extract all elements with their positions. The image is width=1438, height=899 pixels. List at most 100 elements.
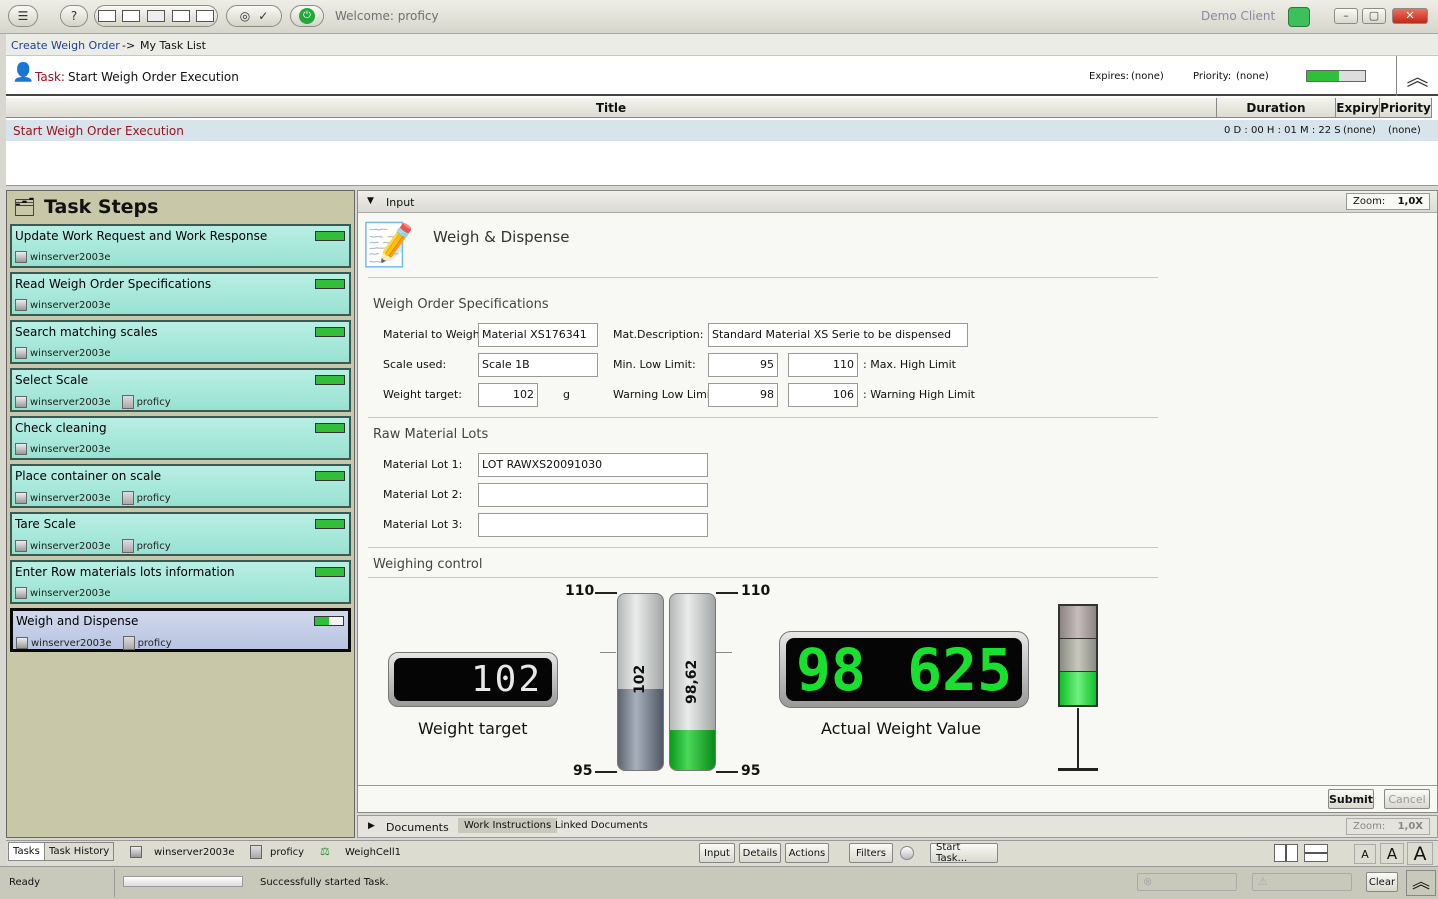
- task-step-item[interactable]: Search matching scales winserver2003e: [10, 320, 351, 364]
- task-step-item[interactable]: Check cleaning winserver2003e: [10, 416, 351, 460]
- start-task-button[interactable]: Start Task...: [930, 842, 998, 864]
- user-icon: [121, 539, 134, 553]
- warning-filter-field[interactable]: ⚠: [1252, 873, 1352, 891]
- warn-low-field[interactable]: 98: [708, 383, 778, 407]
- layout-1-icon[interactable]: [97, 10, 116, 22]
- task-step-item[interactable]: Update Work Request and Work Response win…: [10, 224, 351, 268]
- documents-zoom[interactable]: Zoom: 1,0X: [1346, 818, 1430, 835]
- bottombar-cell: WeighCell1: [345, 847, 401, 858]
- min-low-label: Min. Low Limit:: [613, 358, 696, 371]
- app-menu-button[interactable]: ☰: [8, 5, 38, 27]
- minimize-icon: –: [1343, 9, 1349, 22]
- details-view-button[interactable]: Details: [739, 843, 781, 863]
- lot2-label: Material Lot 2:: [383, 488, 463, 501]
- task-step-item[interactable]: Place container on scale winserver2003e pr…: [10, 464, 351, 508]
- input-view-button[interactable]: Input: [699, 843, 735, 863]
- status-bar: Ready Successfully started Task. ⊗ ⚠ Cle…: [0, 866, 1438, 899]
- close-button[interactable]: ✕: [1392, 8, 1428, 24]
- layout-5-icon[interactable]: [196, 10, 215, 22]
- layout-4-icon[interactable]: [171, 10, 190, 22]
- layout-stack-icon[interactable]: [1304, 844, 1328, 862]
- minimize-button[interactable]: –: [1334, 8, 1358, 24]
- submit-button[interactable]: Submit: [1328, 789, 1374, 809]
- table-row[interactable]: Start Weigh Order Execution 0 D : 00 H :…: [6, 120, 1438, 141]
- lot1-label: Material Lot 1:: [383, 458, 463, 471]
- status-collapse-button[interactable]: ︽: [1406, 870, 1436, 896]
- signal-green-light: [1060, 672, 1096, 705]
- warn-high-field[interactable]: 106: [788, 383, 858, 407]
- filters-button[interactable]: Filters: [849, 843, 893, 863]
- actual-display-decimal: 625: [907, 635, 1012, 704]
- close-icon: ✕: [1405, 9, 1415, 22]
- step-server: winserver2003e: [30, 443, 111, 455]
- tab-tasks[interactable]: Tasks: [8, 842, 45, 861]
- gauge-bottom-right-label: 95: [741, 763, 761, 779]
- task-step-item[interactable]: Tare Scale winserver2003e proficy: [10, 512, 351, 556]
- scale-field[interactable]: Scale 1B: [478, 353, 598, 377]
- task-steps-icon: 🗂: [13, 197, 36, 218]
- font-large-button[interactable]: A: [1407, 842, 1433, 865]
- actual-caption: Actual Weight Value: [821, 719, 981, 738]
- lot3-field[interactable]: [478, 513, 708, 537]
- actions-view-button[interactable]: Actions: [785, 843, 829, 863]
- control-section-title: Weighing control: [373, 557, 483, 572]
- documents-zoom-value: 1,0X: [1397, 821, 1423, 832]
- material-field[interactable]: Material XS176341: [478, 323, 598, 347]
- target-unit: g: [563, 388, 570, 401]
- divider: [368, 547, 1158, 548]
- step-user: proficy: [136, 396, 171, 408]
- font-medium-button[interactable]: A: [1380, 843, 1404, 864]
- double-chevron-up-icon: ︽: [1412, 872, 1430, 893]
- expand-triangle-icon[interactable]: ▶: [368, 821, 375, 831]
- step-meta: winserver2003e proficy: [15, 539, 171, 553]
- help-button[interactable]: ?: [60, 5, 88, 27]
- min-low-field[interactable]: 95: [708, 353, 778, 377]
- font-small-button[interactable]: A: [1354, 844, 1376, 864]
- zoom-control[interactable]: Zoom: 1,0X: [1346, 193, 1430, 210]
- layout-3-icon[interactable]: [146, 10, 165, 22]
- breadcrumb-link[interactable]: Create Weigh Order: [11, 39, 120, 52]
- lot2-field[interactable]: [478, 483, 708, 507]
- check-circle-icon[interactable]: ✓: [258, 9, 268, 23]
- target-field[interactable]: 102: [478, 383, 538, 407]
- mat-desc-field[interactable]: Standard Material XS Serie to be dispens…: [708, 323, 968, 347]
- power-button[interactable]: ⏻: [290, 5, 324, 27]
- error-filter-field[interactable]: ⊗: [1137, 873, 1237, 891]
- task-progress-bar: [1306, 70, 1366, 82]
- max-high-field[interactable]: 110: [788, 353, 858, 377]
- collapse-header-button[interactable]: ︽: [1396, 56, 1438, 96]
- column-header-priority[interactable]: Priority: [1380, 98, 1432, 118]
- clear-button[interactable]: Clear: [1366, 872, 1398, 892]
- priority-value: (none): [1236, 71, 1269, 82]
- title-bar: ☰ ? ◎ ✓ ⏻ Welcome: proficy Demo Client –…: [0, 0, 1438, 34]
- signal-tower: [1058, 604, 1098, 707]
- column-header-duration[interactable]: Duration: [1217, 98, 1336, 118]
- column-header-expiry[interactable]: Expiry: [1336, 98, 1380, 118]
- documents-label: Documents: [386, 821, 449, 834]
- step-server: winserver2003e: [30, 396, 111, 408]
- task-step-item[interactable]: Select Scale winserver2003e proficy: [10, 368, 351, 412]
- maximize-button[interactable]: ▢: [1362, 8, 1386, 24]
- layout-split-icon[interactable]: [1274, 844, 1298, 862]
- step-status-icon: [315, 375, 345, 385]
- collapse-triangle-icon[interactable]: ▼: [367, 196, 374, 206]
- task-step-item[interactable]: Read Weigh Order Specifications winserver…: [10, 272, 351, 316]
- double-chevron-up-icon: ︽: [1406, 66, 1429, 91]
- tab-linked-documents[interactable]: Linked Documents: [555, 820, 648, 831]
- step-server: winserver2003e: [30, 540, 111, 552]
- tab-work-instructions[interactable]: Work Instructions: [458, 818, 558, 833]
- computer-icon: [15, 347, 27, 359]
- computer-icon: [15, 299, 27, 311]
- scale-label: Scale used:: [383, 358, 447, 371]
- column-header-title[interactable]: Title: [6, 98, 1217, 118]
- layout-2-icon[interactable]: [122, 10, 141, 22]
- globe-icon[interactable]: ◎: [240, 9, 250, 23]
- lot1-field[interactable]: LOT RAWXS20091030: [478, 453, 708, 477]
- user-icon: [250, 845, 262, 859]
- cancel-button[interactable]: Cancel: [1384, 789, 1430, 809]
- task-step-item[interactable]: Weigh and Dispense winserver2003e proficy: [10, 608, 351, 652]
- bottombar-user: proficy: [270, 847, 305, 858]
- tab-task-history[interactable]: Task History: [44, 842, 115, 861]
- task-step-item[interactable]: Enter Row materials lots information wins…: [10, 560, 351, 604]
- divider: [368, 417, 1158, 418]
